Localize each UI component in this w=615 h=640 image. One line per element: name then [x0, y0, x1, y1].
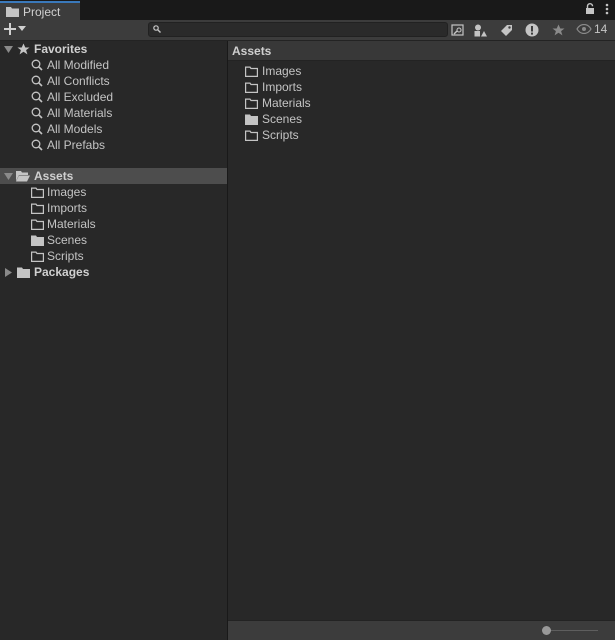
search-icon	[30, 138, 44, 152]
favorite-item-label: All Materials	[47, 106, 113, 120]
favorite-item-label: All Prefabs	[47, 138, 106, 152]
asset-list-item[interactable]: Scenes	[244, 111, 302, 127]
folder-label: Imports	[47, 201, 88, 215]
tag-icon	[500, 24, 512, 36]
favorite-item[interactable]: All Excluded	[0, 89, 227, 105]
plus-icon	[4, 23, 16, 35]
search-icon	[30, 90, 44, 104]
search-icon	[30, 58, 44, 72]
folder-tree-panel: Favorites All Modified All Conflicts All…	[0, 41, 227, 640]
search-icon	[30, 122, 44, 136]
tree-item-folder[interactable]: Scripts	[0, 248, 227, 264]
search-input[interactable]	[148, 22, 448, 37]
slider-handle[interactable]	[542, 626, 551, 635]
tree-item-folder[interactable]: Imports	[0, 200, 227, 216]
search-type-icon	[451, 23, 464, 36]
expand-arrow-icon[interactable]	[3, 171, 13, 181]
visibility-toggle[interactable]: 14	[576, 22, 607, 36]
tree-item-assets[interactable]: Assets	[0, 168, 227, 184]
asset-list-item[interactable]: Imports	[244, 79, 302, 95]
folder-icon	[6, 7, 19, 17]
tree-item-folder[interactable]: Materials	[0, 216, 227, 232]
breadcrumb-assets[interactable]: Assets	[232, 44, 271, 58]
folder-filled-icon	[30, 233, 44, 247]
asset-content-panel: Assets Images Imports Materials Scenes S…	[228, 41, 615, 640]
favorites-label: Favorites	[34, 42, 88, 56]
star-icon	[552, 24, 564, 35]
favorite-item[interactable]: All Materials	[0, 105, 227, 121]
eye-icon	[576, 24, 592, 34]
project-toolbar: 14	[0, 20, 615, 41]
save-search-button[interactable]	[547, 21, 569, 39]
visibility-count: 14	[594, 22, 608, 36]
asset-item-label: Scripts	[262, 128, 299, 142]
asset-item-label: Materials	[262, 96, 311, 110]
tab-project[interactable]: Project	[0, 1, 80, 20]
folder-outline-icon	[30, 217, 44, 231]
favorite-item[interactable]: All Prefabs	[0, 137, 227, 153]
filter-by-type-button[interactable]	[470, 21, 492, 39]
icon-size-slider[interactable]	[542, 626, 598, 635]
search-icon	[30, 106, 44, 120]
asset-item-label: Scenes	[262, 112, 303, 126]
tree-item-folder[interactable]: Scenes	[0, 232, 227, 248]
expand-arrow-icon[interactable]	[3, 44, 13, 54]
favorite-item-label: All Excluded	[47, 90, 114, 104]
folder-outline-icon	[244, 80, 258, 94]
tab-bar: Project	[0, 0, 615, 21]
kebab-menu-icon[interactable]	[605, 3, 609, 15]
tab-project-label: Project	[23, 4, 61, 19]
shapes-icon	[474, 24, 487, 36]
tree-item-favorites[interactable]: Favorites	[0, 41, 227, 57]
breadcrumb: Assets	[228, 41, 615, 61]
folder-outline-icon	[30, 201, 44, 215]
favorite-item-label: All Conflicts	[47, 74, 110, 88]
favorite-item[interactable]: All Modified	[0, 57, 227, 73]
show-issues-button[interactable]	[521, 21, 543, 39]
asset-list-item[interactable]: Scripts	[244, 127, 299, 143]
tree-item-folder[interactable]: Images	[0, 184, 227, 200]
asset-item-label: Images	[262, 64, 302, 78]
folder-filled-icon	[16, 265, 30, 279]
asset-list-item[interactable]: Materials	[244, 95, 311, 111]
favorite-item[interactable]: All Conflicts	[0, 73, 227, 89]
star-icon	[16, 42, 30, 56]
chevron-down-icon	[18, 26, 26, 31]
folder-outline-icon	[244, 64, 258, 78]
tree-item-packages[interactable]: Packages	[0, 264, 227, 280]
folder-outline-icon	[244, 96, 258, 110]
folder-label: Scenes	[47, 233, 88, 247]
exclamation-icon	[525, 23, 539, 37]
folder-outline-icon	[30, 185, 44, 199]
favorite-item[interactable]: All Models	[0, 121, 227, 137]
search-by-type-button[interactable]	[447, 21, 469, 39]
folder-outline-icon	[30, 249, 44, 263]
folder-label: Scripts	[47, 249, 84, 263]
collapse-arrow-icon[interactable]	[3, 267, 13, 277]
filter-by-label-button[interactable]	[495, 21, 517, 39]
search-icon	[153, 25, 161, 33]
assets-label: Assets	[34, 169, 74, 183]
create-button[interactable]	[4, 23, 26, 35]
folder-label: Materials	[47, 217, 96, 231]
folder-label: Images	[47, 185, 87, 199]
folder-filled-icon	[244, 112, 258, 126]
status-footer	[228, 620, 615, 640]
asset-list-item[interactable]: Images	[244, 63, 301, 79]
asset-item-label: Imports	[262, 80, 303, 94]
folder-outline-icon	[244, 128, 258, 142]
search-icon	[30, 74, 44, 88]
favorite-item-label: All Models	[47, 122, 103, 136]
packages-label: Packages	[34, 265, 90, 279]
folder-open-icon	[16, 169, 30, 183]
lock-icon[interactable]	[585, 3, 595, 15]
favorite-item-label: All Modified	[47, 58, 110, 72]
